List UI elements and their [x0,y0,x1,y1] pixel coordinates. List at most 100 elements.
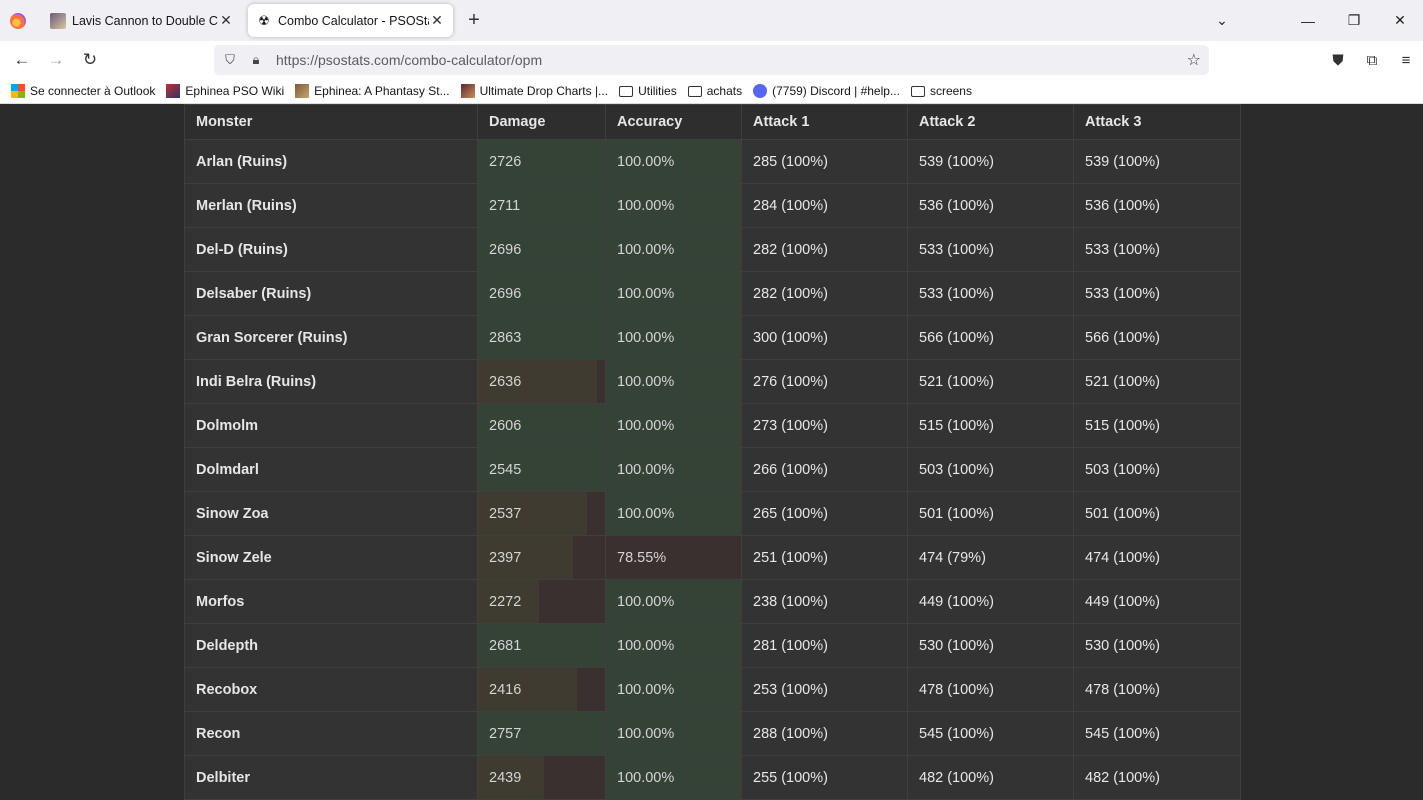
monster-name-cell: Gran Sorcerer (Ruins) [184,315,478,360]
header-attack-3[interactable]: Attack 3 [1073,104,1241,140]
bookmark-discord[interactable]: (7759) Discord | #help... [753,84,900,98]
damage-cell: 2439 [477,755,606,800]
header-accuracy[interactable]: Accuracy [605,104,742,140]
bookmark-drop-charts[interactable]: Ultimate Drop Charts |... [460,84,608,98]
monster-name-cell: Delbiter [184,755,478,800]
attack-2-cell: 503 (100%) [907,447,1074,492]
bookmark-star-icon[interactable]: ☆ [1187,50,1201,70]
tracking-protection-shield-icon[interactable]: ⛉ [220,52,240,68]
accuracy-cell: 100.00% [605,447,742,492]
damage-cell: 2416 [477,667,606,712]
accuracy-cell: 100.00% [605,183,742,228]
attack-3-cell: 536 (100%) [1073,183,1241,228]
new-tab-plus-icon[interactable]: + [459,6,489,36]
monster-name-cell: Morfos [184,579,478,624]
attack-1-cell: 253 (100%) [741,667,908,712]
header-attack-1[interactable]: Attack 1 [741,104,908,140]
table-row: Dolmolm 2606 100.00% 273 (100%) 515 (100%) 51… [184,403,1241,448]
close-tab-icon[interactable]: ✕ [218,12,234,29]
damage-cell: 2696 [477,227,606,272]
back-arrow-icon[interactable]: ← [5,44,39,76]
attack-2-cell: 530 (100%) [907,623,1074,668]
pocket-icon[interactable]: ⛊ [1321,44,1355,76]
folder-icon [910,85,925,97]
navigation-toolbar: ← → ↻ ⛉ 🔒︎ https://psostats.com/combo-ca… [0,41,1423,79]
monster-name-cell: Recobox [184,667,478,712]
attack-1-cell: 300 (100%) [741,315,908,360]
accuracy-cell: 78.55% [605,535,742,580]
accuracy-value: 100.00% [617,373,675,390]
folder-icon [619,85,634,97]
attack-2-cell: 521 (100%) [907,359,1074,404]
attack-3-cell: 539 (100%) [1073,139,1241,184]
reload-icon[interactable]: ↻ [73,44,107,76]
page-content: Monster Damage Accuracy Attack 1 Attack … [0,104,1423,800]
attack-2-cell: 545 (100%) [907,711,1074,756]
attack-1-cell: 288 (100%) [741,711,908,756]
attack-2-cell: 482 (100%) [907,755,1074,800]
attack-3-cell: 449 (100%) [1073,579,1241,624]
damage-value: 2636 [489,373,522,390]
attack-1-cell: 285 (100%) [741,139,908,184]
monster-name-cell: Delsaber (Ruins) [184,271,478,316]
table-row: Merlan (Ruins) 2711 100.00% 284 (100%) 536 (… [184,183,1241,228]
microsoft-icon [11,84,25,98]
restore-window-icon[interactable]: ❐ [1331,0,1377,41]
table-header-row: Monster Damage Accuracy Attack 1 Attack … [184,104,1241,140]
bookmark-ephinea-forum[interactable]: Ephinea: A Phantasy St... [295,84,450,98]
bookmark-outlook[interactable]: Se connecter à Outlook [11,84,155,98]
damage-value: 2711 [489,197,521,214]
lock-icon[interactable]: 🔒︎ [246,52,266,68]
close-tab-icon[interactable]: ✕ [429,12,445,29]
monster-name-cell: Indi Belra (Ruins) [184,359,478,404]
damage-cell: 2681 [477,623,606,668]
accuracy-value: 100.00% [617,461,675,478]
attack-2-cell: 449 (100%) [907,579,1074,624]
header-damage[interactable]: Damage [477,104,606,140]
minimize-window-icon[interactable]: — [1285,0,1331,41]
header-monster[interactable]: Monster [184,104,478,140]
damage-cell: 2272 [477,579,606,624]
discord-icon [753,84,768,98]
psostats-favicon-icon: ☢ [258,12,270,28]
table-row: Dolmdarl 2545 100.00% 266 (100%) 503 (100%) 5… [184,447,1241,492]
accuracy-value: 100.00% [617,285,675,302]
address-bar[interactable]: ⛉ 🔒︎ https://psostats.com/combo-calculat… [214,45,1209,75]
attack-2-cell: 501 (100%) [907,491,1074,536]
monster-name-cell: Dolmolm [184,403,478,448]
tab-title: Combo Calculator - PSOStats [278,13,429,28]
list-tabs-chevron-down-icon[interactable]: ⌄ [1199,0,1245,41]
forward-arrow-icon[interactable]: → [39,44,73,76]
damage-cell: 2757 [477,711,606,756]
tab-lavis-cannon[interactable]: Lavis Cannon to Double Cannon ✕ [42,4,242,37]
monster-name-cell: Deldepth [184,623,478,668]
table-row: Sinow Zele 2397 78.55% 251 (100%) 474 (79%) 4… [184,535,1241,580]
extensions-puzzle-icon[interactable]: ⧉ [1355,44,1389,76]
accuracy-cell: 100.00% [605,667,742,712]
attack-3-cell: 533 (100%) [1073,227,1241,272]
monster-name-cell: Sinow Zoa [184,491,478,536]
tab-combo-calculator[interactable]: ☢ Combo Calculator - PSOStats ✕ [248,4,453,37]
header-attack-2[interactable]: Attack 2 [907,104,1074,140]
bookmark-ephinea-wiki[interactable]: Ephinea PSO Wiki [166,84,284,98]
close-window-icon[interactable]: ✕ [1377,0,1423,41]
monster-name-cell: Merlan (Ruins) [184,183,478,228]
bookmark-folder-screens[interactable]: screens [910,84,972,98]
damage-cell: 2537 [477,491,606,536]
firefox-menu-icon[interactable] [0,0,36,41]
attack-1-cell: 282 (100%) [741,227,908,272]
attack-3-cell: 478 (100%) [1073,667,1241,712]
accuracy-cell: 100.00% [605,359,742,404]
attack-2-cell: 533 (100%) [907,227,1074,272]
accuracy-value: 100.00% [617,417,675,434]
bookmark-folder-utilities[interactable]: Utilities [619,84,677,98]
menu-hamburger-icon[interactable]: ≡ [1389,44,1423,76]
attack-1-cell: 273 (100%) [741,403,908,448]
attack-3-cell: 501 (100%) [1073,491,1241,536]
site-icon [166,84,181,98]
monster-name-cell: Recon [184,711,478,756]
attack-1-cell: 265 (100%) [741,491,908,536]
url-text[interactable]: https://psostats.com/combo-calculator/op… [276,52,542,68]
bookmark-folder-achats[interactable]: achats [687,84,742,98]
attack-2-cell: 566 (100%) [907,315,1074,360]
